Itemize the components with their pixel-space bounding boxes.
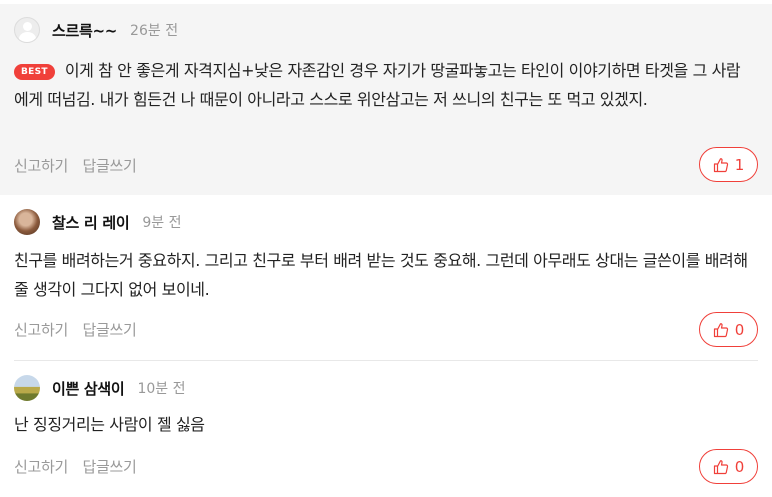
comment-header: 이쁜 삼색이 10분 전 xyxy=(14,375,185,401)
thumbs-up-icon xyxy=(713,157,728,172)
like-button[interactable]: 0 xyxy=(699,449,758,484)
comment-time: 9분 전 xyxy=(142,215,182,231)
comment-time: 26분 전 xyxy=(130,23,179,39)
comment-list: 스르륵~~ 26분 전 BEST 이게 참 안 좋은게 자격지심+낮은 자존감인 … xyxy=(0,0,772,497)
comment-header: 스르륵~~ 26분 전 xyxy=(14,17,178,43)
like-count: 1 xyxy=(734,155,745,174)
thumbs-up-icon xyxy=(713,322,728,337)
thumbs-up-icon xyxy=(713,459,728,474)
default-avatar-icon[interactable] xyxy=(14,17,40,43)
report-button[interactable]: 신고하기 xyxy=(14,157,68,175)
comment-best: 스르륵~~ 26분 전 BEST 이게 참 안 좋은게 자격지심+낮은 자존감인 … xyxy=(0,4,772,195)
reply-button[interactable]: 답글쓰기 xyxy=(82,458,136,476)
like-count: 0 xyxy=(734,457,745,476)
comment-item: 찰스 리 레이 9분 전 친구를 배려하는거 중요하지. 그리고 친구로 부터 … xyxy=(0,196,772,360)
report-button[interactable]: 신고하기 xyxy=(14,458,68,476)
comment-nickname[interactable]: 스르륵~~ xyxy=(52,20,117,41)
comment-text: 친구를 배려하는거 중요하지. 그리고 친구로 부터 배려 받는 것도 중요해.… xyxy=(14,251,748,299)
comment-nickname[interactable]: 찰스 리 레이 xyxy=(52,212,130,233)
comment-header: 찰스 리 레이 9분 전 xyxy=(14,209,181,235)
comment-item: 이쁜 삼색이 10분 전 난 징징거리는 사람이 젤 싫음 신고하기 답글쓰기 … xyxy=(0,360,772,497)
best-badge: BEST xyxy=(14,64,55,80)
comment-nickname[interactable]: 이쁜 삼색이 xyxy=(52,378,125,399)
comment-body: BEST 이게 참 안 좋은게 자격지심+낮은 자존감인 경우 자기가 땅굴파놓고… xyxy=(14,56,750,114)
comment-text: 난 징징거리는 사람이 젤 싫음 xyxy=(14,415,205,434)
comment-time: 10분 전 xyxy=(137,381,186,397)
comment-actions: 신고하기 답글쓰기 xyxy=(14,319,137,340)
user-avatar[interactable] xyxy=(14,375,40,401)
comment-text: 이게 참 안 좋은게 자격지심+낮은 자존감인 경우 자기가 땅굴파놓고는 타인… xyxy=(14,61,741,109)
comment-actions: 신고하기 답글쓰기 xyxy=(14,456,137,477)
like-button[interactable]: 1 xyxy=(699,147,758,182)
report-button[interactable]: 신고하기 xyxy=(14,321,68,339)
like-button[interactable]: 0 xyxy=(699,312,758,347)
user-avatar[interactable] xyxy=(14,209,40,235)
reply-button[interactable]: 답글쓰기 xyxy=(82,157,136,175)
reply-button[interactable]: 답글쓰기 xyxy=(82,321,136,339)
comment-actions: 신고하기 답글쓰기 xyxy=(14,155,137,176)
like-count: 0 xyxy=(734,320,745,339)
